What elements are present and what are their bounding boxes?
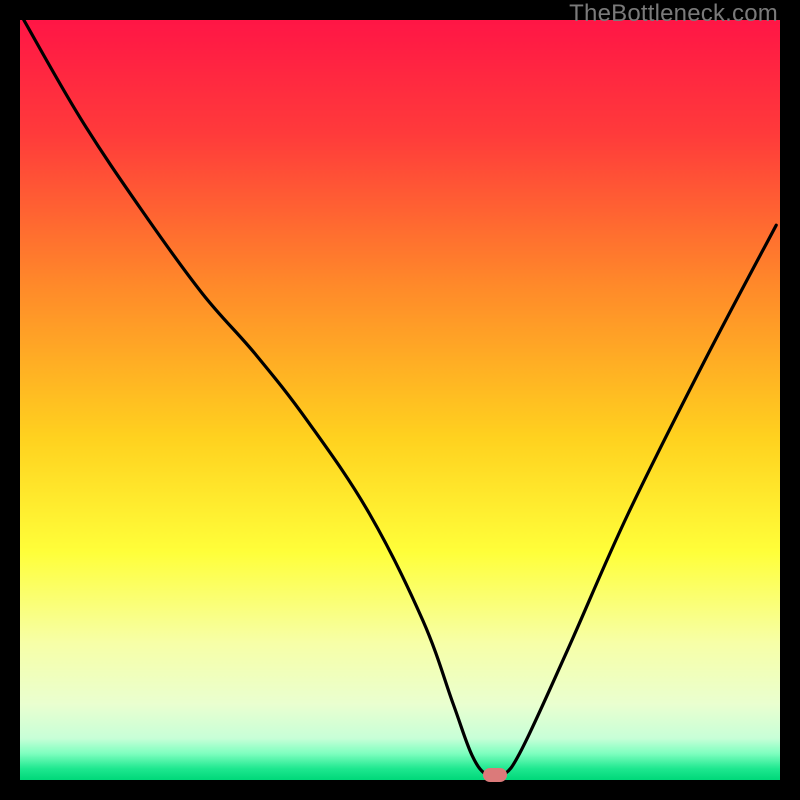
optimal-point-marker <box>483 768 507 782</box>
watermark-text: TheBottleneck.com <box>569 0 778 28</box>
chart-frame <box>20 20 780 780</box>
bottleneck-curve <box>20 20 780 780</box>
curve-path <box>24 20 776 779</box>
